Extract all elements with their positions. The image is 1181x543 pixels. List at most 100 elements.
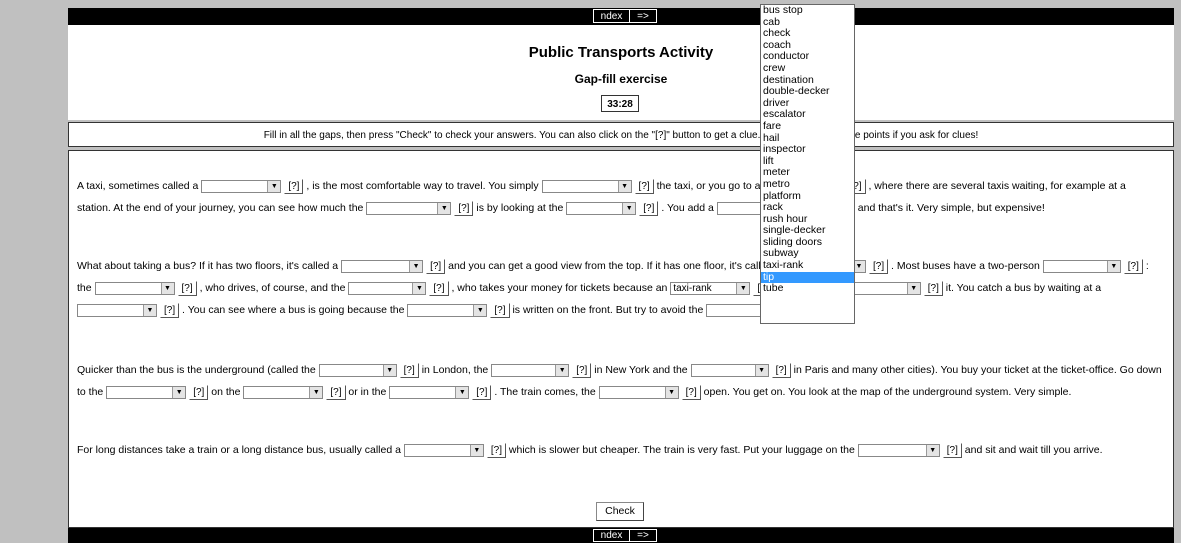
gap-select[interactable]: ▼ xyxy=(566,202,637,216)
gap-select[interactable]: ▼ xyxy=(491,363,570,377)
clue-button[interactable]: [?] xyxy=(189,385,209,401)
chevron-down-icon: ▼ xyxy=(469,444,483,456)
paragraph-text: in New York and the xyxy=(594,364,691,376)
clue-button[interactable]: [?] xyxy=(177,281,197,297)
dropdown-option[interactable]: tube xyxy=(761,283,854,295)
paragraph-text: , who drives, of course, and the xyxy=(199,282,349,295)
gap-select[interactable]: ▼ xyxy=(541,179,632,193)
paragraph-text: is written on the front. But try to avoi… xyxy=(512,304,707,317)
clue-button[interactable]: [?] xyxy=(681,385,701,401)
paragraph-text: in London, the xyxy=(421,364,492,376)
dropdown-option[interactable]: taxi-rank xyxy=(761,259,854,272)
dropdown-option[interactable]: rack xyxy=(761,201,854,214)
gap-select[interactable]: ▼ xyxy=(243,386,324,400)
gap: ▼[?] xyxy=(1042,255,1143,277)
clue-button[interactable]: [?] xyxy=(454,201,474,217)
paragraph-2: What about taking a bus? If it has two f… xyxy=(77,255,1162,322)
paragraph-text: to this and that's it. Very simple, but … xyxy=(826,202,1045,215)
dropdown-option[interactable]: fare xyxy=(761,120,854,133)
chevron-down-icon: ▼ xyxy=(437,203,451,215)
paragraph-text: , is the most comfortable way to travel.… xyxy=(306,180,542,192)
paragraph-text: the taxi, or you go to a xyxy=(656,180,764,192)
gap-select[interactable]: ▼ xyxy=(857,443,940,457)
paragraph-text: . You can see where a bus is going becau… xyxy=(182,304,408,317)
paragraph-text: and sit and wait till you arrive. xyxy=(964,444,1103,456)
chevron-down-icon: ▼ xyxy=(736,283,750,295)
dropdown-option[interactable]: double-decker xyxy=(761,86,854,98)
bottom-navbar: ndex => xyxy=(68,528,1174,543)
paragraph-text: . The train comes, the xyxy=(494,386,599,399)
chevron-down-icon: ▼ xyxy=(906,283,920,295)
clue-button[interactable]: [?] xyxy=(490,303,510,319)
chevron-down-icon: ▼ xyxy=(455,387,469,399)
paragraph-text: open. You get on. You look at the map of… xyxy=(703,386,1072,399)
gap: ▼[?] xyxy=(341,255,446,277)
exercise-panel: A taxi, sometimes called a ▼ [?] , is the… xyxy=(68,150,1174,528)
chevron-down-icon: ▼ xyxy=(925,444,939,456)
next-button-bottom[interactable]: => xyxy=(629,529,657,542)
gap: ▼[?] xyxy=(491,359,592,381)
clue-button[interactable]: [?] xyxy=(472,385,492,401)
dropdown-option[interactable]: crew xyxy=(761,62,854,75)
paragraph-text: and you can get a good view from the top… xyxy=(448,260,784,272)
chevron-down-icon: ▼ xyxy=(664,387,678,399)
gap-select[interactable]: ▼ xyxy=(690,363,769,377)
dropdown-option[interactable]: inspector xyxy=(761,144,854,156)
timer: 33:28 xyxy=(601,95,639,112)
gap-select[interactable]: ▼ xyxy=(348,282,427,296)
gap-select[interactable]: ▼ xyxy=(201,179,282,193)
gap-select[interactable]: ▼ xyxy=(318,363,397,377)
gap-select[interactable]: ▼ xyxy=(598,386,679,400)
gap: ▼[?] xyxy=(348,277,449,299)
paragraph-1: A taxi, sometimes called a ▼ [?] , is the… xyxy=(77,175,1162,219)
clue-button[interactable]: [?] xyxy=(639,201,659,217)
gap-select[interactable]: ▼ xyxy=(403,443,484,457)
index-button-bottom[interactable]: ndex xyxy=(593,529,630,542)
gap-select[interactable]: ▼ xyxy=(94,282,175,296)
chevron-down-icon: ▼ xyxy=(267,180,281,192)
clue-button[interactable]: [?] xyxy=(160,303,180,319)
gap: ▼[?] xyxy=(403,439,506,461)
gap: ▼[?] xyxy=(566,197,659,219)
next-button[interactable]: => xyxy=(629,9,657,23)
top-navbar: ndex => xyxy=(68,8,1174,25)
gap: ▼[?] xyxy=(106,381,209,403)
clue-button[interactable]: [?] xyxy=(923,281,943,297)
page-subtitle: Gap-fill exercise xyxy=(574,72,668,86)
gap: ▼[?] xyxy=(598,381,701,403)
clue-button[interactable]: [?] xyxy=(868,258,889,274)
clue-button[interactable]: [?] xyxy=(771,362,791,378)
dropdown-option[interactable]: bus stop xyxy=(761,4,854,17)
clue-button[interactable]: [?] xyxy=(284,178,304,194)
paragraph-4: For long distances take a train or a lon… xyxy=(77,439,1162,461)
check-button[interactable]: Check xyxy=(596,502,644,521)
page-title: Public Transports Activity xyxy=(528,44,714,61)
gap-select[interactable]: ▼ xyxy=(366,202,452,216)
paragraph-text: on the xyxy=(211,386,244,399)
index-button[interactable]: ndex xyxy=(593,9,630,23)
answer-dropdown-list[interactable]: bus stop cab check coach conductor crew destin… xyxy=(760,4,855,324)
gap-select[interactable]: taxi-rank ▼ xyxy=(670,282,751,296)
chevron-down-icon: ▼ xyxy=(172,387,186,399)
clue-button[interactable]: [?] xyxy=(326,385,346,401)
dropdown-option[interactable]: metro xyxy=(761,178,854,191)
gap-select[interactable]: ▼ xyxy=(407,304,488,318)
chevron-down-icon: ▼ xyxy=(473,305,487,317)
clue-button[interactable]: [?] xyxy=(634,178,654,194)
chevron-down-icon: ▼ xyxy=(1106,260,1120,272)
clue-button[interactable]: [?] xyxy=(426,258,446,274)
chevron-down-icon: ▼ xyxy=(382,364,396,376)
clue-button[interactable]: [?] xyxy=(572,362,592,378)
clue-button[interactable]: [?] xyxy=(1123,258,1143,274)
gap-select[interactable]: ▼ xyxy=(341,259,424,273)
clue-button[interactable]: [?] xyxy=(399,362,419,378)
gap-select[interactable]: ▼ xyxy=(106,386,187,400)
paragraph-text: Quicker than the bus is the underground … xyxy=(77,364,319,376)
chevron-down-icon: ▼ xyxy=(754,364,768,376)
clue-button[interactable]: [?] xyxy=(486,442,506,458)
clue-button[interactable]: [?] xyxy=(429,281,449,297)
gap-select[interactable]: ▼ xyxy=(389,386,470,400)
clue-button[interactable]: [?] xyxy=(942,442,962,458)
gap-select[interactable]: ▼ xyxy=(1042,259,1121,273)
gap-select[interactable]: ▼ xyxy=(77,304,157,318)
